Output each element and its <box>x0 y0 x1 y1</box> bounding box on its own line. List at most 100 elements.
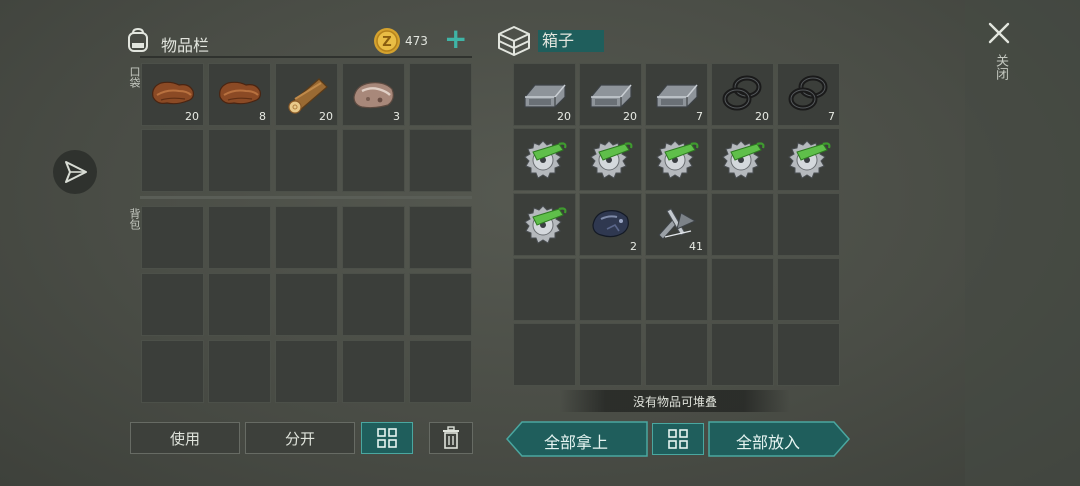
backpack-slot[interactable] <box>208 206 271 269</box>
grid-sort-icon <box>377 428 397 448</box>
backpack-slot[interactable] <box>141 273 204 336</box>
put-all-button[interactable]: 全部放入 <box>708 421 850 457</box>
pocket-slot[interactable] <box>208 129 271 192</box>
trash-button[interactable] <box>429 422 473 454</box>
header-divider <box>140 56 472 58</box>
use-button[interactable]: 使用 <box>130 422 240 454</box>
take-all-label: 全部拿上 <box>544 433 609 452</box>
pocket-slot[interactable]: 8 <box>208 63 271 126</box>
box-slot[interactable] <box>645 258 708 321</box>
grid-sort-icon <box>668 429 688 449</box>
box-slot[interactable] <box>645 128 708 191</box>
box-slot[interactable] <box>513 258 576 321</box>
box-slot[interactable] <box>777 323 840 386</box>
backpack-slot[interactable] <box>141 340 204 403</box>
backpack-slot[interactable] <box>275 206 338 269</box>
pocket-slot[interactable] <box>141 129 204 192</box>
box-slot[interactable] <box>513 128 576 191</box>
coin-amount: 473 <box>405 34 428 48</box>
item-quantity: 20 <box>755 110 769 123</box>
pocket-slot[interactable] <box>409 129 472 192</box>
box-slot[interactable]: 20 <box>579 63 642 126</box>
backpack-slot[interactable] <box>342 340 405 403</box>
box-title: 箱子 <box>538 30 604 52</box>
split-button[interactable]: 分开 <box>245 422 355 454</box>
item-quantity: 20 <box>557 110 571 123</box>
box-slot[interactable] <box>777 193 840 256</box>
backpack-slot[interactable] <box>342 273 405 336</box>
item-quantity: 8 <box>259 110 266 123</box>
sort-box-button[interactable] <box>652 423 704 455</box>
box-slot[interactable] <box>777 128 840 191</box>
item-quantity: 2 <box>630 240 637 253</box>
backpack-slot[interactable] <box>275 273 338 336</box>
box-icon <box>498 26 530 56</box>
pocket-slot[interactable] <box>342 129 405 192</box>
item-quantity: 41 <box>689 240 703 253</box>
backpack-slot[interactable] <box>409 340 472 403</box>
saw-blade-icon <box>788 140 831 179</box>
pocket-slot[interactable]: 3 <box>342 63 405 126</box>
backpack-slot[interactable] <box>342 206 405 269</box>
close-button[interactable]: 关闭 <box>984 18 1014 98</box>
box-slot[interactable] <box>777 258 840 321</box>
take-all-button[interactable]: 全部拿上 <box>506 421 648 457</box>
box-slot[interactable] <box>711 128 774 191</box>
box-slot[interactable]: 7 <box>645 63 708 126</box>
pocket-label: 口袋 <box>128 66 141 88</box>
backpack-slot[interactable] <box>409 273 472 336</box>
backpack-slot[interactable] <box>409 206 472 269</box>
item-quantity: 3 <box>393 110 400 123</box>
put-all-label: 全部放入 <box>736 433 801 452</box>
pocket-slot[interactable]: 20 <box>141 63 204 126</box>
box-header: 箱子 <box>496 24 846 58</box>
box-slot[interactable] <box>579 258 642 321</box>
inventory-title: 物品栏 <box>161 36 210 55</box>
close-label: 关闭 <box>993 54 1008 80</box>
item-quantity: 20 <box>319 110 333 123</box>
box-slot[interactable]: 2 <box>579 193 642 256</box>
saw-blade-icon <box>590 140 633 179</box>
saw-blade-icon <box>524 140 567 179</box>
box-slot[interactable] <box>711 193 774 256</box>
box-slot[interactable] <box>645 323 708 386</box>
box-slot[interactable] <box>579 128 642 191</box>
item-quantity: 7 <box>828 110 835 123</box>
inventory-header: 物品栏 Z 473 + <box>124 22 474 58</box>
backpack-slot[interactable] <box>208 340 271 403</box>
box-slot[interactable] <box>513 323 576 386</box>
backpack-icon <box>128 27 148 52</box>
box-slot[interactable] <box>513 193 576 256</box>
backpack-label: 背包 <box>128 208 141 230</box>
pocket-slot[interactable] <box>275 129 338 192</box>
box-slot[interactable]: 41 <box>645 193 708 256</box>
paper-plane-icon <box>65 161 87 183</box>
saw-blade-icon <box>656 140 699 179</box>
add-coins-button[interactable]: + <box>444 22 467 55</box>
saw-blade-icon <box>524 205 567 244</box>
svg-text:Z: Z <box>382 35 391 50</box>
box-slot[interactable] <box>711 258 774 321</box>
box-slot[interactable]: 7 <box>777 63 840 126</box>
side-panel <box>965 0 1080 486</box>
item-quantity: 20 <box>185 110 199 123</box>
saw-blade-icon <box>722 140 765 179</box>
stack-hint: 没有物品可堆叠 <box>560 390 790 412</box>
box-slot[interactable] <box>711 323 774 386</box>
trash-icon <box>443 426 459 449</box>
pocket-slot[interactable]: 20 <box>275 63 338 126</box>
coin-icon: Z <box>374 28 400 54</box>
pocket-slot[interactable] <box>409 63 472 126</box>
item-quantity: 7 <box>696 110 703 123</box>
sort-inventory-button[interactable] <box>361 422 413 454</box>
share-button[interactable] <box>53 150 97 194</box>
box-slot[interactable] <box>579 323 642 386</box>
box-slot[interactable]: 20 <box>711 63 774 126</box>
backpack-slot[interactable] <box>275 340 338 403</box>
backpack-slot[interactable] <box>141 206 204 269</box>
close-icon <box>988 22 1010 44</box>
item-quantity: 20 <box>623 110 637 123</box>
backpack-slot[interactable] <box>208 273 271 336</box>
box-slot[interactable]: 20 <box>513 63 576 126</box>
section-divider <box>140 196 472 199</box>
